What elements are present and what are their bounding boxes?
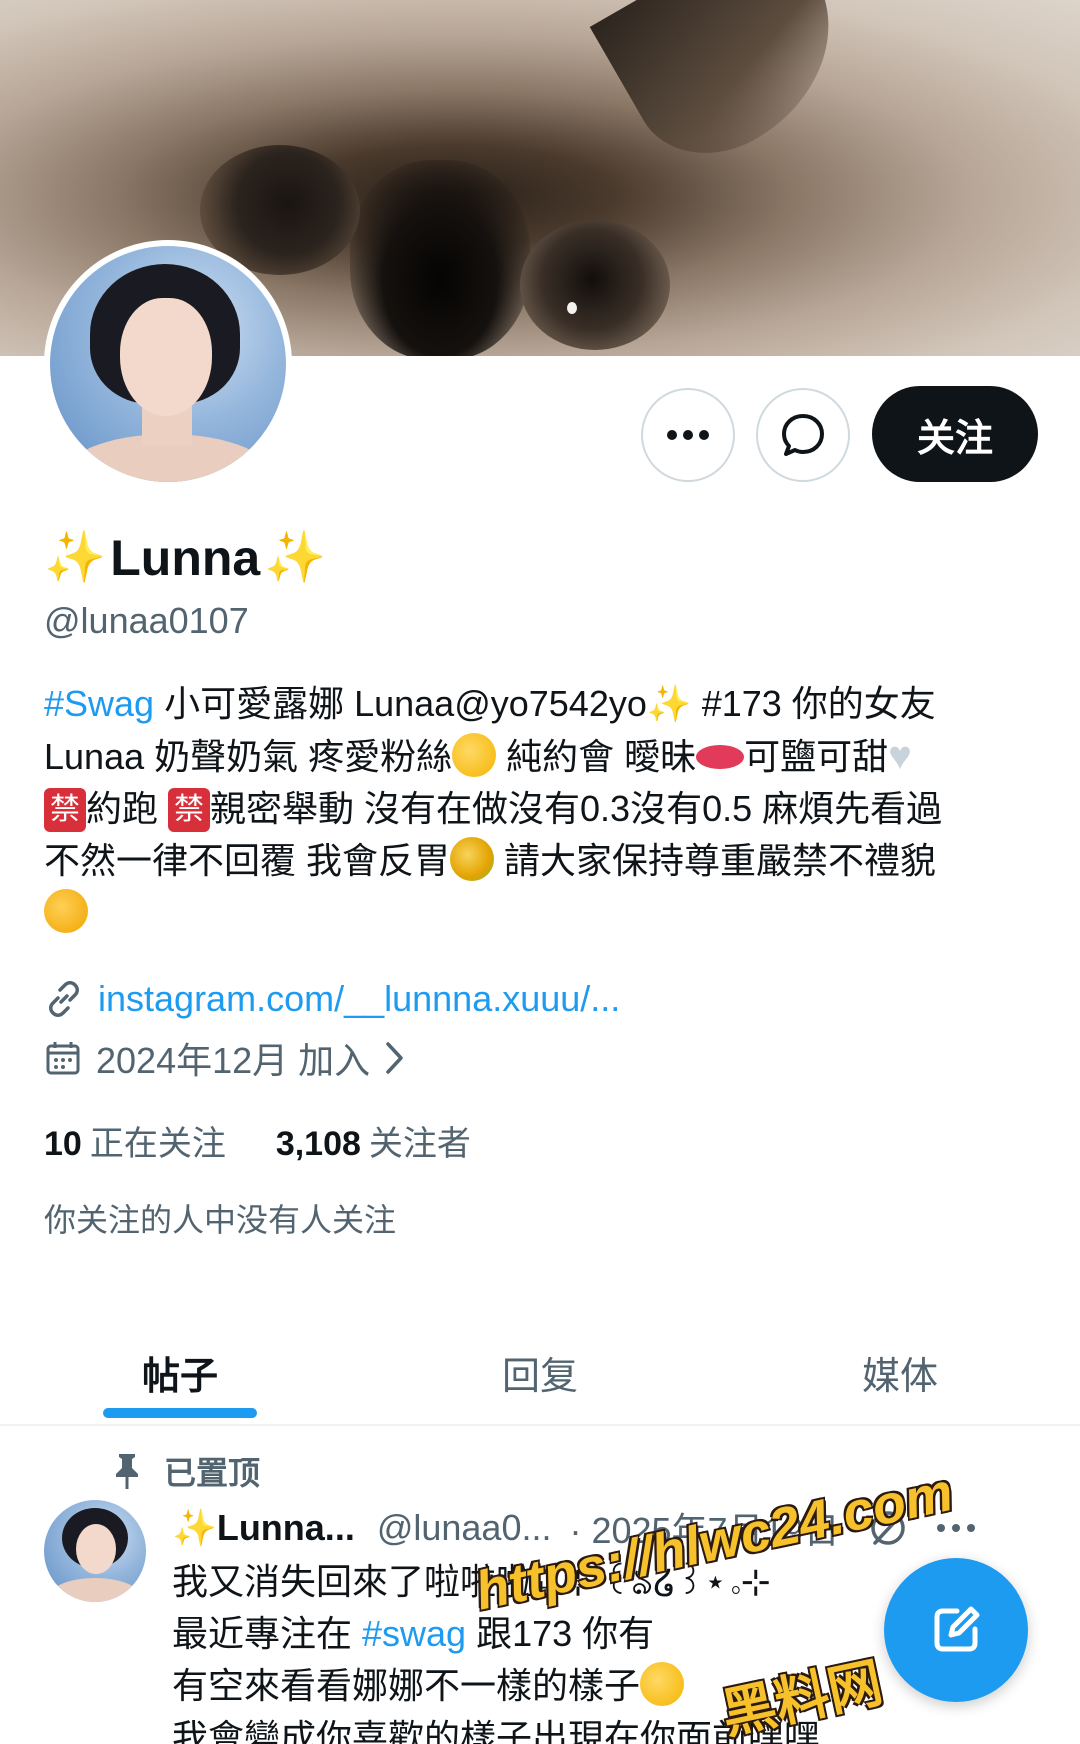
bio-line-1: #Swag 小可愛露娜 Lunaa@yo7542yo✨ #173 你的女友	[44, 678, 1034, 730]
post-author-handle[interactable]: @lunaa0...	[377, 1507, 552, 1549]
post-text-segment: 最近專注在	[172, 1613, 363, 1654]
bio-text: 約跑	[86, 788, 169, 829]
pinned-indicator: 已置顶	[112, 1448, 260, 1494]
join-date-text: 2024年12月 加入	[96, 1040, 371, 1081]
bio-line-4: 不然一律不回覆 我會反胃 請大家保持尊重嚴禁不禮貌	[44, 835, 1034, 887]
bio-line-3: 禁約跑 禁親密舉動 沒有在做沒有0.3沒有0.5 麻煩先看過	[44, 783, 1034, 835]
bio-text: 小可愛露娜 Lunaa@yo7542yo	[154, 683, 647, 724]
followed-by-notice: 你关注的人中没有人关注	[44, 1202, 397, 1238]
tab-posts[interactable]: 帖子	[0, 1320, 360, 1424]
post-author-avatar[interactable]	[44, 1500, 146, 1602]
display-name-text: Lunna	[110, 529, 261, 586]
join-date[interactable]: 2024年12月 加入	[44, 1032, 406, 1084]
avatar-image	[50, 246, 286, 482]
bio-text: 請大家保持尊重嚴禁不禮貌	[494, 840, 937, 881]
more-options-button[interactable]	[641, 388, 735, 482]
sparkle-icon: ✨	[264, 529, 327, 585]
chevron-right-icon	[386, 1042, 403, 1074]
followers-label: 关注者	[368, 1125, 471, 1163]
bio-text: 親密舉動 沒有在做沒有0.3沒有0.5 麻煩先看過	[210, 788, 943, 829]
follow-button[interactable]: 关注	[872, 386, 1038, 482]
profile-tabs: 帖子 回复 媒体	[0, 1320, 1080, 1426]
pin-icon	[116, 1454, 138, 1489]
post-more-icon[interactable]	[936, 1523, 976, 1533]
tab-media[interactable]: 媒体	[720, 1320, 1080, 1424]
kissing-face-emoji-icon	[640, 1662, 685, 1706]
post-line: 我會變成你喜歡的樣子出現在你面前嘿嘿	[172, 1717, 821, 1744]
profile-avatar[interactable]	[44, 240, 292, 488]
prohibited-emoji-icon: 禁	[44, 788, 86, 832]
compose-icon	[934, 1606, 980, 1652]
vomiting-face-emoji-icon	[450, 837, 495, 881]
more-icon	[667, 430, 709, 440]
prohibited-emoji-icon: 禁	[168, 788, 211, 832]
white-heart-emoji-icon: ♥	[888, 734, 912, 778]
bio-text: Lunaa 奶聲奶氣 疼愛粉絲	[44, 736, 453, 777]
banner-cat-eye-glint	[567, 302, 577, 314]
banner-cat-eye-right	[520, 220, 670, 350]
tongue-face-emoji-icon	[452, 733, 497, 777]
grok-icon[interactable]	[866, 1506, 910, 1550]
post-hashtag[interactable]: #swag	[362, 1613, 466, 1654]
profile-website: instagram.com/__lunnna.xuuu/...	[44, 978, 620, 1020]
follow-counts: 10 正在关注 3,108 关注者	[44, 1116, 471, 1165]
bio-line-2: Lunaa 奶聲奶氣 疼愛粉絲 純約會 曖昧 可鹽可甜♥	[44, 730, 1034, 783]
bio-text: 不然一律不回覆 我會反胃	[44, 840, 451, 881]
following-count: 10	[44, 1125, 82, 1163]
following-label: 正在关注	[89, 1125, 226, 1163]
post-date[interactable]: · 2025年7月19日	[569, 1502, 839, 1554]
bio-text: 可鹽可甜	[744, 736, 889, 777]
post-avatar-face	[76, 1524, 116, 1574]
followers-link[interactable]: 3,108 关注者	[276, 1116, 471, 1165]
banner-cat-nose	[350, 160, 530, 356]
user-handle: @lunaa0107	[44, 600, 249, 641]
bio-line-5	[44, 887, 1034, 939]
post-header: ✨ Lunna... @lunaa0... · 2025年7月19日	[172, 1500, 1052, 1556]
sparkle-icon: ✨	[44, 529, 107, 585]
bio-text: 純約會 曖昧	[496, 736, 697, 777]
sparkle-icon: ✨	[172, 1507, 217, 1548]
sparkle-icon: ✨	[646, 683, 692, 724]
message-button[interactable]	[756, 388, 850, 482]
calendar-icon	[46, 1042, 80, 1075]
tab-replies[interactable]: 回复	[360, 1320, 720, 1424]
post-author-name[interactable]: Lunna...	[217, 1507, 355, 1549]
bio-text: #173 你的女友	[691, 683, 936, 724]
followers-count: 3,108	[275, 1125, 361, 1163]
profile-bio: #Swag 小可愛露娜 Lunaa@yo7542yo✨ #173 你的女友 Lu…	[44, 678, 1034, 939]
display-name: ✨ Lunna ✨	[44, 528, 327, 587]
link-icon	[49, 981, 79, 1017]
angry-face-emoji-icon	[44, 889, 88, 933]
post-avatar-shoulders	[48, 1578, 142, 1602]
compose-button[interactable]	[884, 1558, 1028, 1702]
banner-cat-ear	[589, 0, 871, 183]
pinned-label: 已置顶	[164, 1455, 261, 1491]
website-link[interactable]: instagram.com/__lunnna.xuuu/...	[98, 978, 620, 1020]
post-text-segment: 有空來看看娜娜不一樣的樣子	[172, 1665, 641, 1706]
following-link[interactable]: 10 正在关注	[44, 1116, 226, 1165]
message-icon	[782, 414, 824, 456]
hashtag-link[interactable]: #Swag	[44, 683, 154, 724]
lips-emoji-icon	[696, 745, 745, 769]
avatar-face	[120, 298, 212, 416]
post-text-segment: 跟173 你有	[466, 1613, 655, 1654]
